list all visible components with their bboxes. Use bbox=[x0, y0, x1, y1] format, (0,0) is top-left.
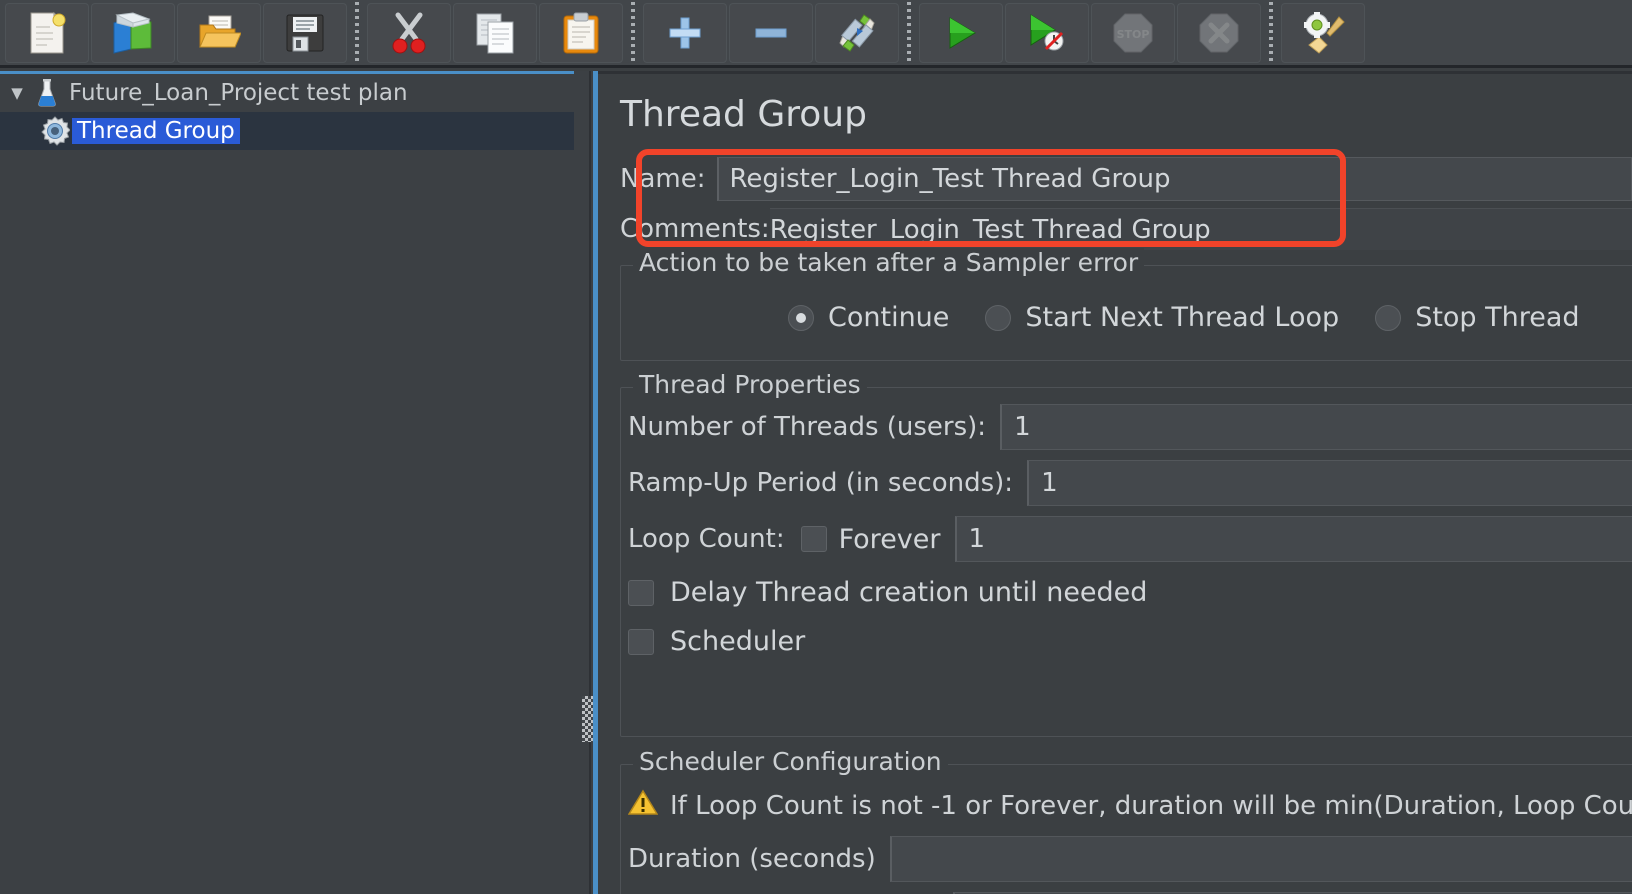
number-of-threads-row: Number of Threads (users): 1 bbox=[628, 404, 1632, 450]
forever-checkbox[interactable] bbox=[800, 526, 827, 552]
open-folder-icon bbox=[199, 15, 241, 47]
stop-button[interactable]: STOP bbox=[1091, 2, 1175, 63]
scheduler-checkbox[interactable] bbox=[628, 628, 654, 655]
ramp-up-label: Ramp-Up Period (in seconds): bbox=[628, 468, 1014, 498]
toggle-button[interactable] bbox=[815, 2, 899, 63]
comments-row: Comments: Register_Login_Test Thread Gro… bbox=[620, 205, 1632, 253]
scheduler-label: Scheduler bbox=[670, 626, 806, 657]
shutdown-x-icon bbox=[1199, 13, 1239, 52]
comments-input[interactable]: Register_Login_Test Thread Group bbox=[769, 208, 1632, 250]
main-toolbar: STOP bbox=[0, 0, 1632, 68]
ramp-up-row: Ramp-Up Period (in seconds): 1 bbox=[628, 460, 1632, 506]
loop-count-label: Loop Count: bbox=[628, 524, 785, 554]
templates-books-icon bbox=[113, 11, 152, 54]
copy-button[interactable] bbox=[453, 2, 537, 63]
toolbar-separator bbox=[1269, 1, 1273, 64]
delay-thread-creation-row[interactable]: Delay Thread creation until needed bbox=[628, 577, 1147, 608]
open-button[interactable] bbox=[177, 2, 261, 63]
test-plan-tree[interactable]: ▼ Future_Loan_Project test plan Thread G… bbox=[0, 71, 574, 894]
sampler-error-legend: Action to be taken after a Sampler error bbox=[633, 248, 1145, 277]
number-of-threads-label: Number of Threads (users): bbox=[628, 412, 987, 442]
clear-broom-gear-icon bbox=[1304, 11, 1345, 54]
flask-icon bbox=[30, 78, 64, 108]
radio-stop-thread[interactable]: Stop Thread bbox=[1375, 302, 1580, 333]
radio-start-next-thread-loop-label: Start Next Thread Loop bbox=[1025, 302, 1340, 333]
divider-grip-handle[interactable] bbox=[582, 696, 593, 742]
radio-continue-label: Continue bbox=[828, 302, 950, 333]
cut-button[interactable] bbox=[367, 2, 451, 63]
scissors-icon bbox=[392, 12, 426, 53]
scheduler-configuration-legend: Scheduler Configuration bbox=[633, 747, 948, 776]
collapse-all-button[interactable] bbox=[729, 2, 813, 63]
clipboard-paste-icon bbox=[563, 12, 599, 53]
new-test-plan-button[interactable] bbox=[5, 2, 89, 63]
scheduler-row[interactable]: Scheduler bbox=[628, 626, 805, 657]
thread-group-editor: Thread Group Name: Register_Login_Test T… bbox=[598, 71, 1632, 894]
name-input[interactable]: Register_Login_Test Thread Group bbox=[717, 157, 1632, 201]
templates-button[interactable] bbox=[91, 2, 175, 63]
split-pane-divider[interactable] bbox=[574, 71, 598, 894]
tree-node-thread-group-label: Thread Group bbox=[72, 118, 240, 144]
toolbar-separator bbox=[907, 1, 911, 64]
number-of-threads-input[interactable]: 1 bbox=[1000, 404, 1632, 450]
scheduler-warning-row: If Loop Count is not -1 or Forever, dura… bbox=[627, 789, 1632, 823]
delay-thread-creation-checkbox[interactable] bbox=[628, 579, 654, 606]
radio-stop-thread-label: Stop Thread bbox=[1415, 302, 1580, 333]
save-button[interactable] bbox=[263, 2, 347, 63]
toolbar-separator bbox=[631, 1, 635, 64]
warning-triangle-icon bbox=[627, 789, 659, 823]
comments-label: Comments: bbox=[620, 214, 770, 244]
minus-icon bbox=[755, 28, 787, 37]
tree-node-thread-group[interactable]: Thread Group bbox=[0, 112, 574, 150]
expand-all-button[interactable] bbox=[643, 2, 727, 63]
chevron-down-icon[interactable]: ▼ bbox=[4, 84, 30, 102]
green-play-no-timers-icon bbox=[1030, 13, 1064, 50]
ramp-up-input[interactable]: 1 bbox=[1027, 460, 1632, 506]
tree-node-test-plan[interactable]: ▼ Future_Loan_Project test plan bbox=[0, 74, 574, 112]
start-button[interactable] bbox=[919, 2, 1003, 63]
green-play-icon bbox=[949, 16, 976, 49]
main-split-pane: ▼ Future_Loan_Project test plan Thread G… bbox=[0, 71, 1632, 894]
tree-node-test-plan-label: Future_Loan_Project test plan bbox=[69, 80, 408, 106]
toggle-pencils-icon bbox=[839, 13, 875, 52]
save-floppy-icon bbox=[286, 14, 324, 51]
stop-sign-icon: STOP bbox=[1113, 13, 1153, 52]
radio-start-next-thread-loop[interactable]: Start Next Thread Loop bbox=[985, 302, 1339, 333]
svg-text:STOP: STOP bbox=[1117, 28, 1150, 41]
thread-properties-legend: Thread Properties bbox=[633, 370, 867, 399]
name-row: Name: Register_Login_Test Thread Group bbox=[620, 153, 1632, 205]
plus-icon bbox=[669, 17, 701, 48]
toolbar-separator bbox=[355, 1, 359, 64]
new-document-icon bbox=[30, 11, 66, 53]
copy-pages-icon bbox=[476, 13, 514, 53]
clear-button[interactable] bbox=[1281, 2, 1365, 63]
paste-button[interactable] bbox=[539, 2, 623, 63]
radio-continue[interactable]: Continue bbox=[788, 302, 949, 333]
scheduler-warning-text: If Loop Count is not -1 or Forever, dura… bbox=[670, 791, 1632, 821]
page-title: Thread Group bbox=[620, 94, 867, 135]
duration-label: Duration (seconds) bbox=[628, 844, 876, 874]
gear-icon bbox=[38, 116, 72, 146]
radio-stop-thread-dot[interactable] bbox=[1375, 304, 1402, 331]
loop-count-row: Loop Count: Forever 1 bbox=[628, 516, 1632, 562]
delay-thread-creation-label: Delay Thread creation until needed bbox=[670, 577, 1148, 608]
sampler-error-radio-group: Continue Start Next Thread Loop Stop Thr… bbox=[788, 302, 1580, 333]
duration-input[interactable] bbox=[889, 836, 1632, 882]
duration-row: Duration (seconds) bbox=[628, 836, 1632, 882]
name-label: Name: bbox=[620, 164, 706, 194]
forever-label: Forever bbox=[838, 523, 941, 555]
divider-edge bbox=[589, 71, 591, 894]
loop-count-input[interactable]: 1 bbox=[954, 516, 1632, 562]
radio-start-next-thread-loop-dot[interactable] bbox=[985, 304, 1012, 331]
start-no-timers-button[interactable] bbox=[1005, 2, 1089, 63]
radio-continue-dot[interactable] bbox=[788, 304, 814, 331]
shutdown-button[interactable] bbox=[1177, 2, 1261, 63]
